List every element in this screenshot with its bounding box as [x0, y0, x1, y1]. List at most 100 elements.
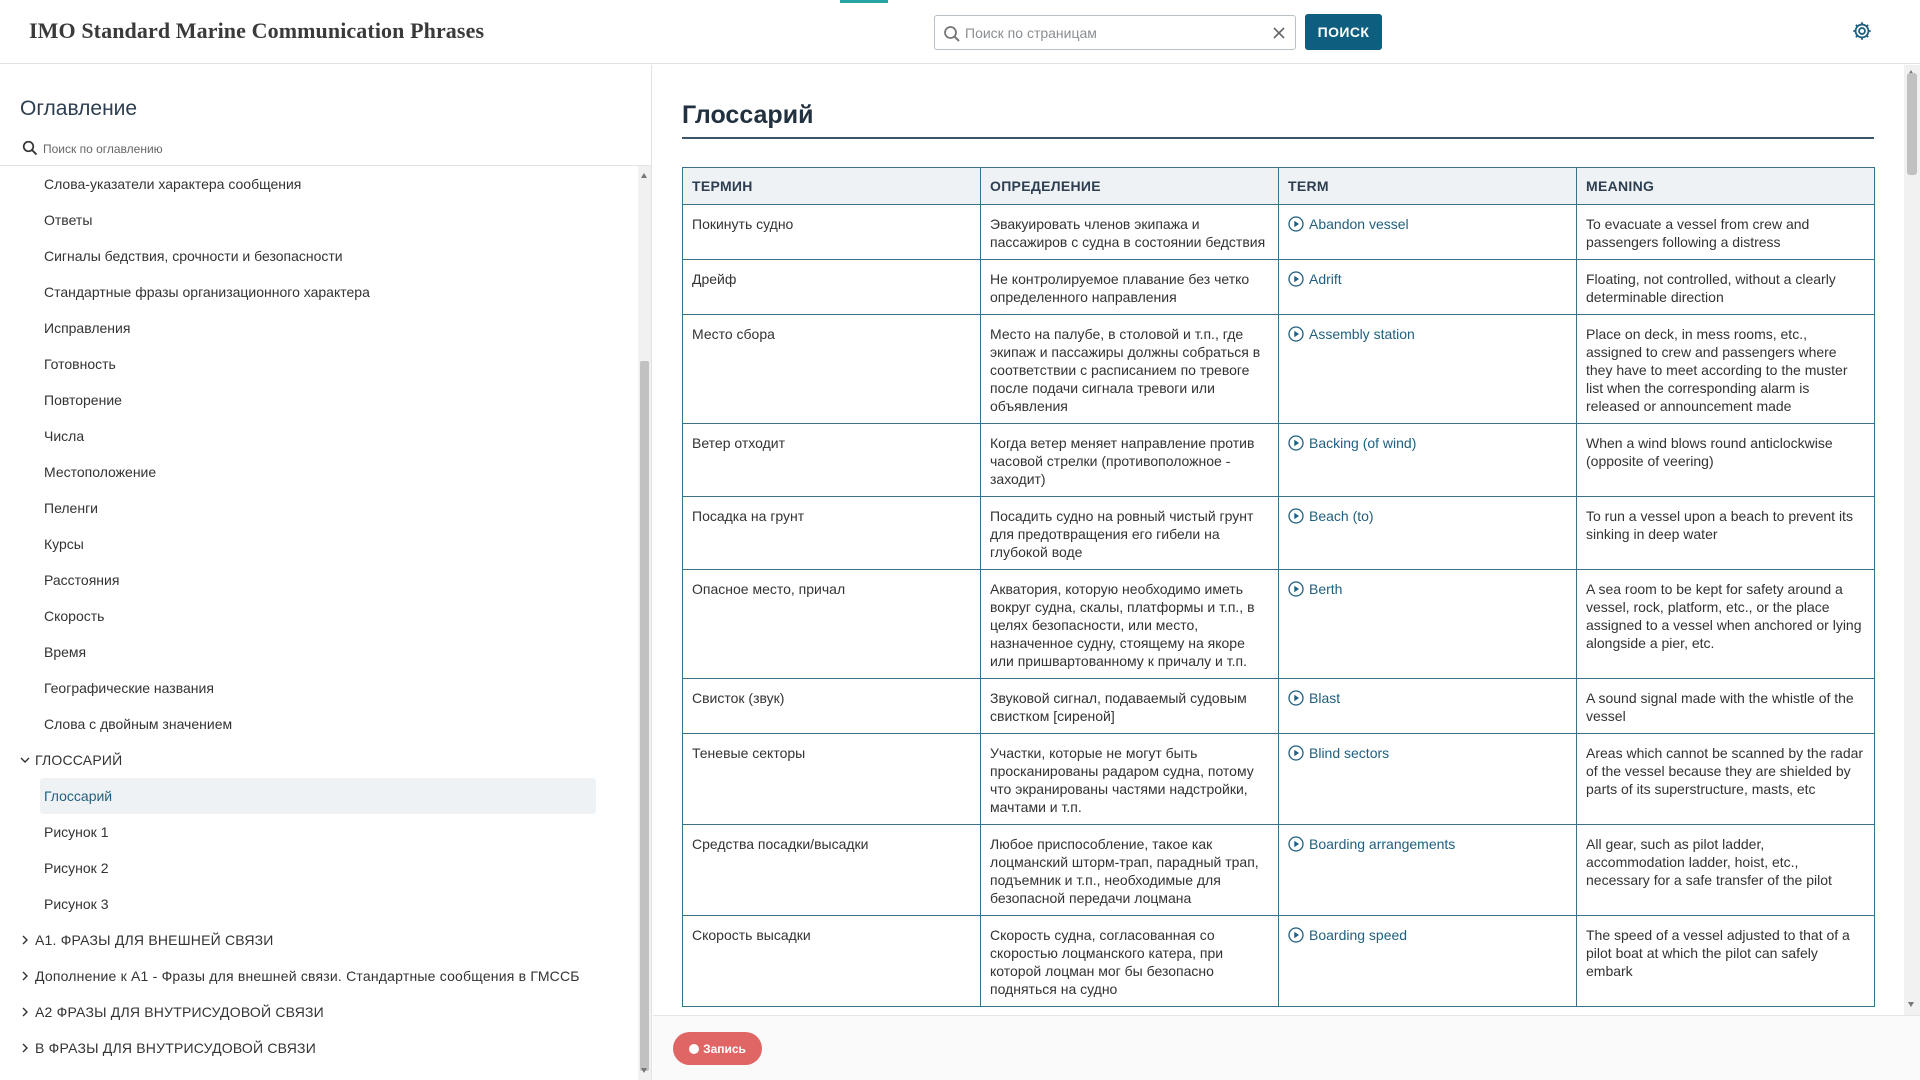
- play-audio-icon[interactable]: [1288, 836, 1304, 852]
- table-row: Средства посадки/высадки Любое приспособл…: [682, 824, 1875, 916]
- toc-sidebar: Оглавление Слова-указатели характера соо…: [0, 65, 652, 1080]
- chevron-down-icon[interactable]: [20, 755, 30, 765]
- main-scrollbar-thumb[interactable]: [1907, 73, 1917, 175]
- toc-item[interactable]: Рисунок 3: [44, 886, 108, 922]
- chevron-right-icon[interactable]: [20, 1007, 30, 1017]
- toc-item[interactable]: Пеленги: [44, 490, 98, 526]
- toc-item[interactable]: Расстояния: [44, 562, 119, 598]
- definition-ru-cell: Не контролируемое плавание без четко опр…: [980, 259, 1279, 315]
- toc-title: Оглавление: [20, 97, 138, 120]
- term-en-cell[interactable]: Boarding speed: [1278, 915, 1577, 1007]
- scroll-down-arrow-icon[interactable]: [641, 1068, 647, 1073]
- toc-item[interactable]: Слова с двойным значением: [44, 706, 232, 742]
- toc-item[interactable]: Слова-указатели характера сообщения: [44, 166, 301, 202]
- toc-item[interactable]: Стандартные фразы организационного харак…: [44, 274, 370, 310]
- term-en-label[interactable]: Backing (of wind): [1309, 435, 1416, 451]
- term-en-label[interactable]: Abandon vessel: [1309, 216, 1409, 232]
- search-button[interactable]: ПОИСК: [1305, 14, 1382, 50]
- term-ru-cell: Посадка на грунт: [682, 496, 981, 570]
- term-en-cell[interactable]: Blast: [1278, 678, 1577, 734]
- toc-section[interactable]: ГЛОССАРИЙ: [20, 742, 122, 778]
- term-en-cell[interactable]: Blind sectors: [1278, 733, 1577, 825]
- toc-item[interactable]: Местоположение: [44, 454, 156, 490]
- column-header: MEANING: [1576, 167, 1875, 205]
- toc-item[interactable]: Готовность: [44, 346, 116, 382]
- meaning-en-cell: To run a vessel upon a beach to prevent …: [1576, 496, 1875, 570]
- toc-item[interactable]: Повторение: [44, 382, 122, 418]
- meaning-en-cell: When a wind blows round anticlockwise (o…: [1576, 423, 1875, 497]
- toc-section-label: A1. ФРАЗЫ ДЛЯ ВНЕШНЕЙ СВЯЗИ: [35, 932, 274, 948]
- toc-search-input[interactable]: [43, 139, 313, 159]
- record-button[interactable]: Запись: [673, 1032, 762, 1065]
- toc-section[interactable]: Дополнение к А1 - Фразы для внешней связ…: [20, 958, 580, 994]
- chevron-right-icon[interactable]: [20, 935, 30, 945]
- term-en-label[interactable]: Berth: [1309, 581, 1342, 597]
- term-en-label[interactable]: Adrift: [1309, 271, 1342, 287]
- term-en-cell[interactable]: Adrift: [1278, 259, 1577, 315]
- play-audio-icon[interactable]: [1288, 927, 1304, 943]
- play-audio-icon[interactable]: [1288, 326, 1304, 342]
- toc-section[interactable]: A2 ФРАЗЫ ДЛЯ ВНУТРИСУДОВОЙ СВЯЗИ: [20, 994, 324, 1030]
- toc-item-active[interactable]: Глоссарий: [40, 778, 596, 814]
- toc-section[interactable]: A1. ФРАЗЫ ДЛЯ ВНЕШНЕЙ СВЯЗИ: [20, 922, 274, 958]
- toc-item[interactable]: Рисунок 2: [44, 850, 108, 886]
- term-en-cell[interactable]: Berth: [1278, 569, 1577, 679]
- definition-ru-cell: Когда ветер меняет направление против ча…: [980, 423, 1279, 497]
- toc-item[interactable]: Числа: [44, 418, 84, 454]
- play-audio-icon[interactable]: [1288, 690, 1304, 706]
- meaning-en-cell: To evacuate a vessel from crew and passe…: [1576, 204, 1875, 260]
- term-en-cell[interactable]: Assembly station: [1278, 314, 1577, 424]
- toc-item[interactable]: Географические названия: [44, 670, 214, 706]
- scroll-up-arrow-icon[interactable]: [641, 173, 647, 178]
- term-ru-cell: Покинуть судно: [682, 204, 981, 260]
- play-audio-icon[interactable]: [1288, 435, 1304, 451]
- main-scrollbar[interactable]: [1904, 65, 1920, 1015]
- term-en-label[interactable]: Blind sectors: [1309, 745, 1389, 761]
- chevron-right-icon[interactable]: [20, 1043, 30, 1053]
- term-en-cell[interactable]: Abandon vessel: [1278, 204, 1577, 260]
- term-en-label[interactable]: Boarding arrangements: [1309, 836, 1455, 852]
- term-en-label[interactable]: Beach (to): [1309, 508, 1374, 524]
- toc-section-label: ГЛОССАРИЙ: [35, 752, 123, 768]
- page-search-input[interactable]: [965, 20, 1265, 45]
- term-en-label[interactable]: Boarding speed: [1309, 927, 1407, 943]
- toc-item[interactable]: Сигналы бедствия, срочности и безопаснос…: [44, 238, 343, 274]
- table-row: Свисток (звук) Звуковой сигнал, подаваемы…: [682, 678, 1875, 734]
- term-en-cell[interactable]: Beach (to): [1278, 496, 1577, 570]
- toc-item[interactable]: Курсы: [44, 526, 84, 562]
- chevron-right-icon[interactable]: [20, 971, 30, 981]
- term-ru-cell: Скорость высадки: [682, 915, 981, 1007]
- term-ru-cell: Опасное место, причал: [682, 569, 981, 679]
- term-ru-cell: Теневые секторы: [682, 733, 981, 825]
- toc-section-label: Дополнение к А1 - Фразы для внешней связ…: [35, 968, 580, 984]
- glossary-table: ТЕРМИН ОПРЕДЕЛЕНИЕ TERM MEANING Покинуть…: [682, 167, 1875, 1007]
- scroll-down-arrow-icon[interactable]: [1908, 1002, 1914, 1007]
- play-audio-icon[interactable]: [1288, 508, 1304, 524]
- toc-item[interactable]: Рисунок 1: [44, 814, 108, 850]
- gear-icon[interactable]: [1851, 20, 1873, 42]
- play-audio-icon[interactable]: [1288, 581, 1304, 597]
- app-title[interactable]: IMO Standard Marine Communication Phrase…: [29, 18, 484, 44]
- meaning-en-cell: All gear, such as pilot ladder, accommod…: [1576, 824, 1875, 916]
- table-row: Скорость высадки Скорость судна, согласов…: [682, 915, 1875, 1007]
- toc-scrollbar-thumb[interactable]: [640, 361, 649, 1071]
- toc-scrollbar[interactable]: [638, 166, 651, 1080]
- play-audio-icon[interactable]: [1288, 745, 1304, 761]
- term-en-cell[interactable]: Boarding arrangements: [1278, 824, 1577, 916]
- play-audio-icon[interactable]: [1288, 216, 1304, 232]
- toc-section-label: A2 ФРАЗЫ ДЛЯ ВНУТРИСУДОВОЙ СВЯЗИ: [35, 1004, 324, 1020]
- table-row: Ветер отходит Когда ветер меняет направле…: [682, 423, 1875, 497]
- toc-section[interactable]: B ФРАЗЫ ДЛЯ ВНУТРИСУДОВОЙ СВЯЗИ: [20, 1030, 316, 1066]
- toc-item[interactable]: Время: [44, 634, 86, 670]
- toc-item[interactable]: Исправления: [44, 310, 130, 346]
- toc-item[interactable]: Скорость: [44, 598, 104, 634]
- term-en-label[interactable]: Assembly station: [1309, 326, 1415, 342]
- footer-bar: Запись: [653, 1015, 1920, 1080]
- play-audio-icon[interactable]: [1288, 271, 1304, 287]
- toc-item[interactable]: Ответы: [44, 202, 92, 238]
- active-tab-indicator: [840, 0, 888, 3]
- term-en-label[interactable]: Blast: [1309, 690, 1340, 706]
- term-en-cell[interactable]: Backing (of wind): [1278, 423, 1577, 497]
- term-ru-cell: Средства посадки/высадки: [682, 824, 981, 916]
- clear-icon[interactable]: [1271, 25, 1287, 41]
